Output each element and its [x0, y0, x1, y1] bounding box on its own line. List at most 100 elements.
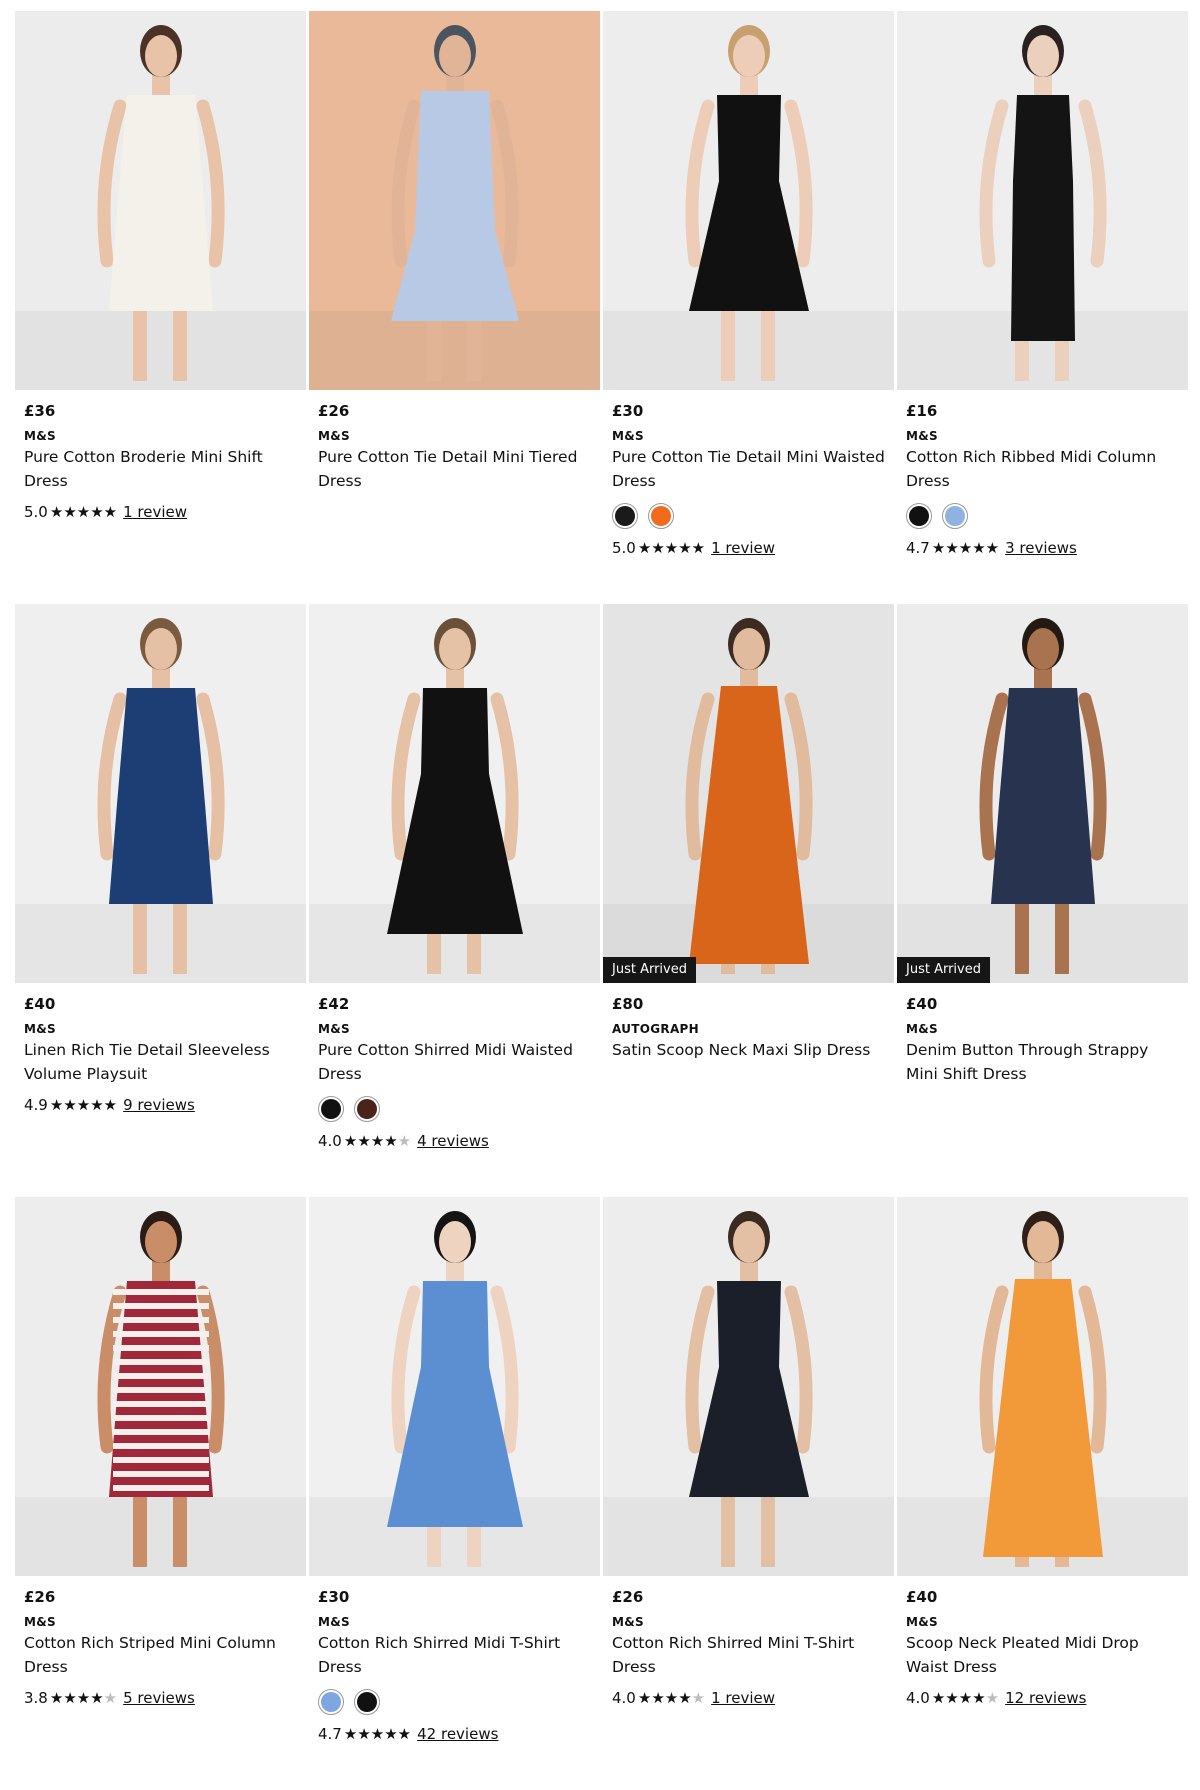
colour-swatches	[612, 503, 885, 529]
product-image[interactable]	[309, 1197, 600, 1576]
star-icon: ★	[691, 1689, 706, 1707]
colour-swatch[interactable]	[318, 1096, 344, 1122]
reviews-link[interactable]: 5 reviews	[123, 1688, 195, 1708]
model-leg	[761, 311, 775, 381]
product-card-2[interactable]: £26 M&S Pure Cotton Tie Detail Mini Tier…	[309, 11, 600, 604]
reviews-link[interactable]: 1 review	[711, 538, 775, 558]
product-title[interactable]: Pure Cotton Broderie Mini Shift Dress	[24, 445, 299, 493]
colour-swatch[interactable]	[612, 503, 638, 529]
product-image[interactable]: Just Arrived	[603, 604, 894, 983]
product-price: £30	[612, 402, 644, 420]
dress-stripe	[113, 1345, 209, 1351]
star-icon: ★	[651, 539, 665, 557]
product-card-11[interactable]: £26 M&S Cotton Rich Shirred Mini T-Shirt…	[603, 1197, 894, 1790]
product-image[interactable]	[897, 11, 1188, 390]
reviews-link[interactable]: 4 reviews	[417, 1131, 489, 1151]
dress-stripe	[113, 1303, 209, 1309]
rating-stars: ★ ★ ★ ★ ★	[344, 1131, 411, 1151]
product-card-5[interactable]: £40 M&S Linen Rich Tie Detail Sleeveless…	[15, 604, 306, 1197]
model-face	[1027, 1221, 1059, 1263]
just-arrived-badge: Just Arrived	[897, 957, 990, 983]
product-image[interactable]	[603, 1197, 894, 1576]
dress-stripe	[113, 1317, 209, 1323]
product-rating: 4.7 ★ ★ ★ ★ ★ 3 reviews	[906, 538, 1179, 558]
star-icon: ★	[49, 503, 64, 521]
product-image[interactable]	[15, 11, 306, 390]
product-card-9[interactable]: £26 M&S Cotton Rich Striped Mini Column …	[15, 1197, 306, 1790]
photo-floor	[15, 1497, 306, 1576]
product-price: £30	[318, 1588, 350, 1606]
product-title[interactable]: Satin Scoop Neck Maxi Slip Dress	[612, 1038, 887, 1062]
product-title[interactable]: Scoop Neck Pleated Midi Drop Waist Dress	[906, 1631, 1181, 1679]
product-image[interactable]: Just Arrived	[897, 604, 1188, 983]
rating-score: 4.9	[24, 1096, 48, 1114]
product-image[interactable]	[309, 11, 600, 390]
star-icon: ★	[664, 539, 679, 557]
product-card-8[interactable]: Just Arrived £40 M&S Denim Button Throug…	[897, 604, 1188, 1197]
colour-swatch[interactable]	[942, 503, 968, 529]
product-title[interactable]: Denim Button Through Strappy Mini Shift …	[906, 1038, 1181, 1086]
colour-swatch[interactable]	[906, 503, 932, 529]
model-face	[733, 628, 765, 670]
product-title[interactable]: Pure Cotton Tie Detail Mini Waisted Dres…	[612, 445, 887, 493]
reviews-link[interactable]: 3 reviews	[1005, 538, 1077, 558]
product-photo	[603, 1197, 894, 1576]
star-icon: ★	[637, 1689, 652, 1707]
product-title[interactable]: Pure Cotton Shirred Midi Waisted Dress	[318, 1038, 593, 1086]
product-price: £42	[318, 995, 350, 1013]
just-arrived-badge: Just Arrived	[603, 957, 696, 983]
rating-stars: ★ ★ ★ ★ ★	[50, 1688, 117, 1708]
reviews-link[interactable]: 1 review	[711, 1688, 775, 1708]
product-brand: M&S	[318, 429, 350, 443]
colour-swatch[interactable]	[354, 1096, 380, 1122]
model-leg	[133, 1497, 147, 1567]
product-image[interactable]	[15, 604, 306, 983]
product-title[interactable]: Linen Rich Tie Detail Sleeveless Volume …	[24, 1038, 299, 1086]
product-title[interactable]: Cotton Rich Shirred Mini T-Shirt Dress	[612, 1631, 887, 1679]
product-price: £40	[906, 995, 938, 1013]
dress-stripe	[113, 1415, 209, 1421]
product-title[interactable]: Cotton Rich Ribbed Midi Column Dress	[906, 445, 1181, 493]
product-card-3[interactable]: £30 M&S Pure Cotton Tie Detail Mini Wais…	[603, 11, 894, 604]
colour-swatch[interactable]	[648, 503, 674, 529]
colour-swatch[interactable]	[354, 1689, 380, 1715]
product-price: £40	[906, 1588, 938, 1606]
product-image[interactable]	[309, 604, 600, 983]
star-icon: ★	[76, 1689, 91, 1707]
product-image[interactable]	[15, 1197, 306, 1576]
reviews-link[interactable]: 9 reviews	[123, 1095, 195, 1115]
product-image[interactable]	[603, 11, 894, 390]
product-card-12[interactable]: £40 M&S Scoop Neck Pleated Midi Drop Wai…	[897, 1197, 1188, 1790]
product-card-7[interactable]: Just Arrived £80 AUTOGRAPH Satin Scoop N…	[603, 604, 894, 1197]
product-card-10[interactable]: £30 M&S Cotton Rich Shirred Midi T-Shirt…	[309, 1197, 600, 1790]
star-icon: ★	[90, 1096, 104, 1114]
product-brand: M&S	[318, 1615, 350, 1629]
reviews-link[interactable]: 42 reviews	[417, 1724, 498, 1744]
model-face	[1027, 628, 1059, 670]
star-icon: ★	[397, 1725, 412, 1743]
product-brand: M&S	[906, 1022, 938, 1036]
star-icon: ★	[90, 1689, 104, 1707]
product-card-6[interactable]: £42 M&S Pure Cotton Shirred Midi Waisted…	[309, 604, 600, 1197]
model-leg	[133, 904, 147, 974]
product-title[interactable]: Cotton Rich Striped Mini Column Dress	[24, 1631, 299, 1679]
star-icon: ★	[343, 1725, 358, 1743]
rating-stars: ★ ★ ★ ★ ★	[638, 1688, 705, 1708]
reviews-link[interactable]: 1 review	[123, 502, 187, 522]
product-title[interactable]: Cotton Rich Shirred Midi T-Shirt Dress	[318, 1631, 593, 1679]
star-icon: ★	[103, 1096, 118, 1114]
product-title[interactable]: Pure Cotton Tie Detail Mini Tiered Dress	[318, 445, 593, 493]
product-image[interactable]	[897, 1197, 1188, 1576]
product-card-4[interactable]: £16 M&S Cotton Rich Ribbed Midi Column D…	[897, 11, 1188, 604]
model-face	[733, 1221, 765, 1263]
star-icon: ★	[931, 1689, 946, 1707]
colour-swatch[interactable]	[318, 1689, 344, 1715]
product-photo	[603, 604, 894, 983]
reviews-link[interactable]: 12 reviews	[1005, 1688, 1086, 1708]
product-photo	[15, 1197, 306, 1576]
star-icon: ★	[370, 1725, 385, 1743]
star-icon: ★	[678, 1689, 692, 1707]
dress-stripe	[113, 1429, 209, 1435]
model-leg	[721, 311, 735, 381]
product-card-1[interactable]: £36 M&S Pure Cotton Broderie Mini Shift …	[15, 11, 306, 604]
